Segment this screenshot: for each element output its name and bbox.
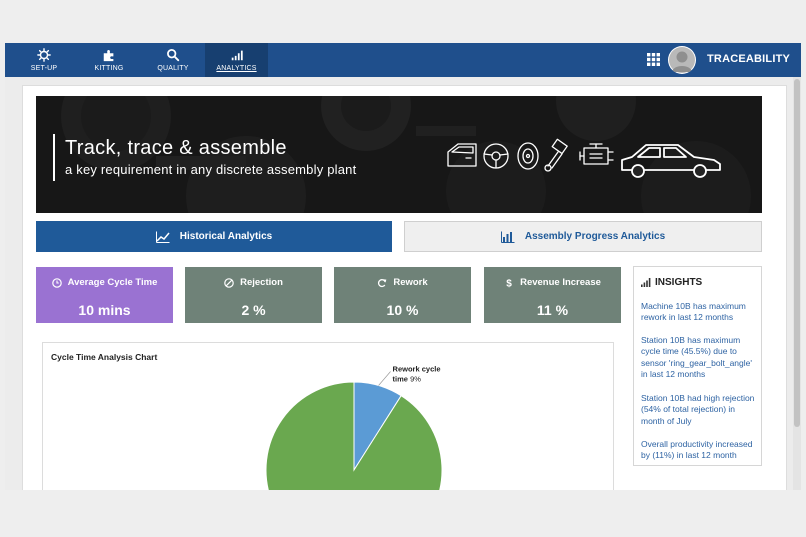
nav-analytics[interactable]: ANALYTICS — [205, 43, 268, 77]
app-window: SET-UP KITTING QUALITY ANALYTICS TRACEAB… — [5, 43, 801, 490]
slice-label: Rework cycle — [393, 364, 441, 373]
insights-title: INSIGHTS — [655, 277, 703, 288]
tab-historical-analytics-label: Historical Analytics — [179, 231, 273, 242]
tire-icon — [517, 142, 539, 170]
insight-item[interactable]: Overall productivity increased by (11%) … — [641, 439, 759, 462]
car-icon — [621, 144, 721, 178]
kpi-rejection-label: Rejection — [240, 277, 283, 288]
refresh-icon — [378, 278, 387, 287]
car-door-icon — [447, 143, 477, 167]
kpi-average-cycle-time-value: 10 mins — [78, 302, 131, 318]
kpi-rejection-value: 2 % — [241, 302, 266, 318]
hero-icons — [447, 138, 721, 178]
nav-quality[interactable]: QUALITY — [153, 43, 193, 77]
clock-icon — [51, 277, 62, 288]
nav-quality-label: QUALITY — [157, 64, 189, 72]
avatar[interactable] — [668, 46, 696, 74]
nav-setup[interactable]: SET-UP — [25, 43, 63, 77]
engine-icon — [579, 143, 614, 165]
top-navigation: SET-UP KITTING QUALITY ANALYTICS TRACEAB… — [5, 43, 801, 77]
line-chart-icon — [155, 231, 170, 243]
kpi-rejection: Rejection 2 % — [185, 267, 322, 323]
scrollbar[interactable] — [793, 77, 801, 490]
steering-wheel-icon — [483, 143, 509, 169]
main-content: Track, trace & assemble a key requiremen… — [22, 85, 787, 490]
kpi-revenue-increase-label: Revenue Increase — [520, 277, 601, 288]
kpi-revenue-increase-value: 11 % — [536, 302, 569, 318]
kpi-rework-value: 10 % — [386, 302, 419, 318]
tab-historical-analytics[interactable]: Historical Analytics — [36, 221, 392, 252]
kpi-revenue-increase: $ Revenue Increase 11 % — [484, 267, 621, 323]
insight-item[interactable]: Machine 10B has maximum rework in last 1… — [641, 301, 759, 324]
bar-chart-icon — [500, 231, 515, 243]
gear-icon — [37, 47, 51, 62]
hero-accent-bar — [53, 134, 55, 181]
tab-assembly-progress-analytics-label: Assembly Progress Analytics — [524, 231, 666, 242]
puzzle-icon — [103, 49, 114, 61]
cycle-time-chart: Cycle Time Analysis Chart Rework cycle ti… — [42, 342, 614, 490]
slice-leader-line — [378, 371, 391, 386]
apps-grid-icon[interactable] — [647, 53, 660, 66]
hero-title: Track, trace & assemble — [65, 137, 287, 159]
nav-kitting-label: KITTING — [94, 64, 124, 72]
tab-assembly-progress-analytics[interactable]: Assembly Progress Analytics — [404, 221, 762, 252]
svg-text:$: $ — [506, 278, 512, 287]
dollar-icon: $ — [506, 278, 512, 287]
nav-setup-label: SET-UP — [30, 64, 58, 72]
kpi-average-cycle-time-label: Average Cycle Time — [67, 277, 158, 288]
hero-subtitle: a key requirement in any discrete assemb… — [65, 162, 357, 177]
nav-analytics-label: ANALYTICS — [216, 64, 257, 72]
ban-icon — [224, 277, 234, 288]
kpi-average-cycle-time: Average Cycle Time 10 mins — [36, 267, 173, 323]
kpi-rework-label: Rework — [393, 277, 428, 288]
bar-chart-icon — [231, 50, 243, 60]
scrollbar-thumb[interactable] — [794, 79, 800, 427]
user-silhouette-icon — [669, 47, 695, 73]
nav-kitting[interactable]: KITTING — [88, 43, 130, 77]
insight-item[interactable]: Station 10B has maximum cycle time (45.5… — [641, 335, 759, 381]
pie-chart: Rework cycletime 9% — [265, 364, 443, 490]
pie-slice[interactable] — [265, 381, 443, 490]
search-icon — [167, 48, 180, 61]
slice-value-label: time 9% — [393, 374, 422, 383]
hero-banner: Track, trace & assemble a key requiremen… — [36, 96, 762, 213]
insight-item[interactable]: Station 10B had high rejection (54% of t… — [641, 393, 759, 427]
insights-panel: INSIGHTS Machine 10B has maximum rework … — [633, 266, 762, 466]
brand-title: TRACEABILITY — [707, 53, 791, 65]
signal-bars-icon — [641, 278, 651, 287]
kpi-rework: Rework 10 % — [334, 267, 471, 323]
piston-icon — [544, 138, 568, 172]
